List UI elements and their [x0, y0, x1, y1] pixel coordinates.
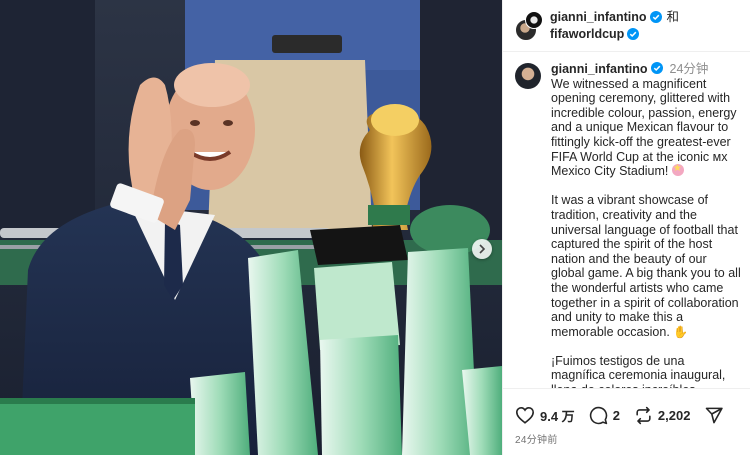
comment-count: 2	[612, 407, 620, 423]
caption-username[interactable]: gianni_infantino	[551, 62, 648, 76]
verified-badge-icon	[649, 11, 662, 23]
collab-avatars[interactable]	[515, 10, 543, 41]
post-caption: gianni_infantino 24分钟 We witnessed a mag…	[503, 52, 750, 388]
share-icon	[706, 407, 724, 423]
caption-paragraph-3: ¡Fuimos testigos de una magnífica ceremo…	[551, 353, 726, 388]
header-username-2[interactable]: fifaworldcup	[550, 26, 624, 43]
post-timestamp[interactable]: 24分钟前	[503, 431, 750, 446]
post-photo[interactable]	[0, 0, 502, 455]
chevron-right-icon	[479, 244, 486, 254]
header-connector: 和	[666, 9, 680, 24]
avatar	[525, 10, 543, 29]
heart-icon	[515, 406, 535, 424]
collab-usernames: gianni_infantino 和 fifaworldcup	[550, 9, 679, 43]
header-username-1[interactable]: gianni_infantino	[550, 9, 647, 26]
comment-button[interactable]: 2	[589, 406, 620, 425]
caption-paragraph-1: We witnessed a magnificent opening cerem…	[551, 76, 737, 179]
verified-badge-icon	[627, 28, 640, 40]
caption-paragraph-2: It was a vibrant showcase of tradition, …	[551, 193, 741, 339]
clapping-hands-emoji-icon: ✋	[673, 324, 689, 339]
verified-badge-icon	[651, 62, 664, 74]
action-bar: 9.4 万 2 2,202 24分钟前	[503, 388, 750, 455]
repost-count: 2,202	[657, 407, 691, 423]
next-photo-button[interactable]	[472, 239, 492, 259]
post-side-panel: gianni_infantino 和 fifaworldcup gianni_i…	[502, 0, 750, 455]
star-struck-emoji-icon	[671, 162, 684, 177]
photo-scene	[0, 0, 502, 455]
avatar[interactable]	[515, 63, 541, 89]
like-count: 9.4 万	[540, 408, 575, 424]
repost-button[interactable]: 2,202	[634, 406, 691, 425]
repost-icon	[636, 406, 651, 424]
share-button[interactable]	[704, 406, 724, 425]
caption-time: 24分钟	[669, 62, 709, 76]
like-button[interactable]: 9.4 万	[515, 406, 575, 425]
comment-icon	[589, 406, 607, 424]
post-header: gianni_infantino 和 fifaworldcup	[503, 0, 750, 52]
